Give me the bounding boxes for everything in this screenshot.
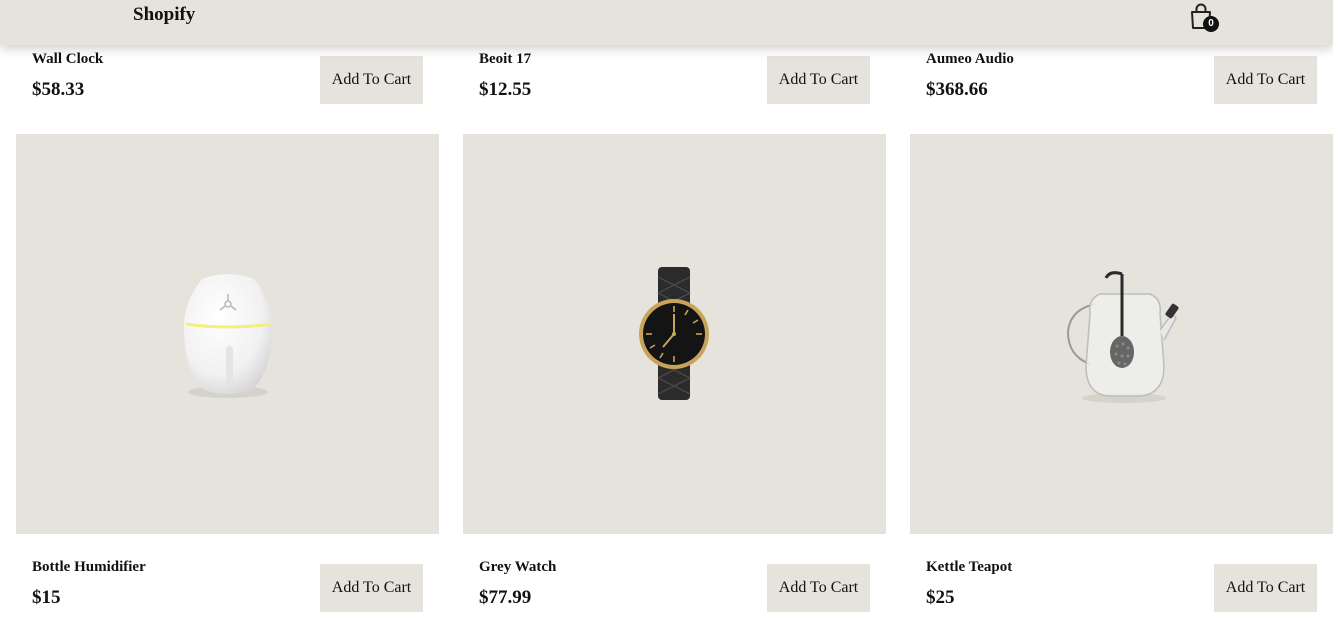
- add-to-cart-button[interactable]: Add To Cart: [1214, 564, 1317, 612]
- product-card-info: Beoit 17 $12.55 Add To Cart: [463, 51, 886, 121]
- product-price: $368.66: [926, 79, 988, 100]
- product-name[interactable]: Wall Clock: [32, 51, 103, 68]
- humidifier-image: [183, 274, 273, 398]
- glass-teapot-image: [1066, 271, 1179, 403]
- product-card-info: Bottle Humidifier $15 Add To Cart: [16, 559, 439, 629]
- product-name[interactable]: Bottle Humidifier: [32, 559, 146, 576]
- cart-count-badge: 0: [1203, 16, 1219, 32]
- brand-logo[interactable]: Shopify: [133, 4, 195, 26]
- add-to-cart-button[interactable]: Add To Cart: [320, 564, 423, 612]
- add-to-cart-button[interactable]: Add To Cart: [767, 56, 870, 104]
- product-price: $58.33: [32, 79, 85, 100]
- product-price: $15: [32, 587, 61, 608]
- add-to-cart-button[interactable]: Add To Cart: [767, 564, 870, 612]
- product-card-info: Aumeo Audio $368.66 Add To Cart: [910, 51, 1333, 121]
- product-name[interactable]: Kettle Teapot: [926, 559, 1012, 576]
- add-to-cart-button[interactable]: Add To Cart: [320, 56, 423, 104]
- site-header: Shopify 0: [0, 0, 1333, 45]
- product-card-info: Kettle Teapot $25 Add To Cart: [910, 559, 1333, 629]
- product-name[interactable]: Beoit 17: [479, 51, 531, 68]
- product-price: $77.99: [479, 587, 532, 608]
- product-image-teapot[interactable]: [910, 134, 1333, 534]
- product-image-humidifier[interactable]: [16, 134, 439, 534]
- product-card-info: Grey Watch $77.99 Add To Cart: [463, 559, 886, 629]
- product-image-watch[interactable]: [463, 134, 886, 534]
- product-card-info: Wall Clock $58.33 Add To Cart: [16, 51, 439, 121]
- product-price: $12.55: [479, 79, 532, 100]
- add-to-cart-button[interactable]: Add To Cart: [1214, 56, 1317, 104]
- wristwatch-image: [639, 267, 709, 400]
- cart-button[interactable]: 0: [1187, 2, 1221, 34]
- product-name[interactable]: Grey Watch: [479, 559, 556, 576]
- product-name[interactable]: Aumeo Audio: [926, 51, 1014, 68]
- product-price: $25: [926, 587, 955, 608]
